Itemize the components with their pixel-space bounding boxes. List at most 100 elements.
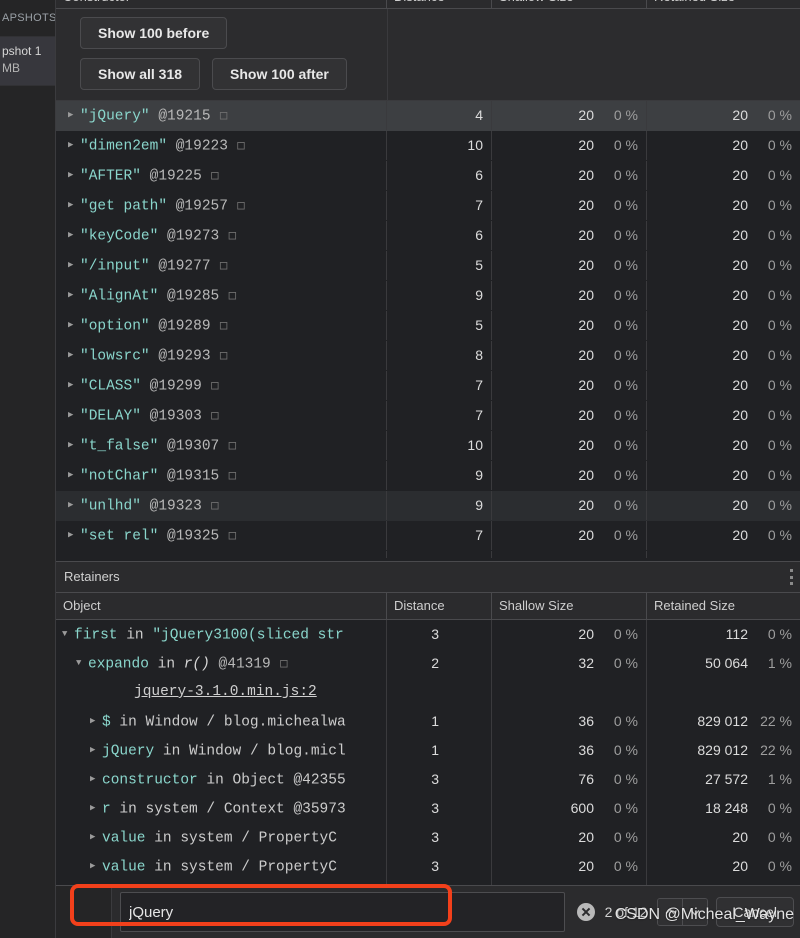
expand-triangle-icon[interactable]: ▶	[68, 431, 79, 460]
table-row[interactable]: ▶"set rel" @19325 ◻7200 %200 %	[56, 521, 800, 551]
retainer-retained-size-cell: 1120 %	[647, 620, 800, 649]
expand-triangle-icon[interactable]: ▶	[90, 852, 101, 881]
retainers-column-header-object[interactable]: Object	[56, 593, 387, 619]
shallow-size-cell: 200 %	[492, 431, 647, 460]
table-row[interactable]: ▶"dimen2em" @19223 ◻10200 %200 %	[56, 131, 800, 161]
retainer-in-keyword: in	[146, 859, 181, 875]
cancel-button[interactable]: Cancel	[716, 897, 794, 927]
constructor-name: "dimen2em"	[80, 138, 167, 154]
retainer-row[interactable]: jquery-3.1.0.min.js:2	[56, 678, 800, 707]
shallow-size-cell: 200 %	[492, 461, 647, 490]
show-100-before-button[interactable]: Show 100 before	[80, 17, 227, 49]
expand-triangle-icon[interactable]: ▶	[90, 823, 101, 852]
table-row[interactable]: ▶"t_false" @19307 ◻10200 %200 %	[56, 431, 800, 461]
show-all-button[interactable]: Show all 318	[80, 58, 200, 90]
retainer-row[interactable]: ▶$ in Window / blog.michealwa1360 %829 0…	[56, 707, 800, 736]
expand-triangle-icon[interactable]: ▶	[90, 765, 101, 794]
retainer-row[interactable]: ▼first in "jQuery3100(sliced str3200 %11…	[56, 620, 800, 649]
table-row[interactable]: ▶"CLASS" @19299 ◻7200 %200 %	[56, 371, 800, 401]
retainer-row[interactable]: ▶constructor in Object @423553760 %27 57…	[56, 765, 800, 794]
expand-triangle-icon[interactable]: ▶	[90, 794, 101, 823]
shallow-size-cell-percent: 0 %	[614, 101, 638, 130]
expand-triangle-icon[interactable]: ▶	[68, 161, 79, 190]
expand-triangle-icon[interactable]: ▶	[68, 221, 79, 250]
retainer-shallow-size-cell-value: 36	[578, 707, 594, 736]
object-badge-icon: ◻	[202, 408, 219, 424]
object-id: @19315	[158, 468, 219, 484]
retainer-retained-size-cell: 18 2480 %	[647, 794, 800, 823]
distance-cell-value: 7	[475, 521, 483, 550]
column-header-distance[interactable]: Distance	[387, 0, 492, 8]
expand-triangle-icon[interactable]: ▶	[90, 736, 101, 765]
expand-triangle-icon[interactable]: ▶	[68, 281, 79, 310]
expand-triangle-icon[interactable]: ▶	[68, 461, 79, 490]
table-row[interactable]: ▶"get path" @19257 ◻7200 %200 %	[56, 191, 800, 221]
search-previous-icon[interactable]	[658, 899, 682, 925]
expand-triangle-icon[interactable]: ▶	[90, 707, 101, 736]
retainers-column-header-shallow-size[interactable]: Shallow Size	[492, 593, 647, 619]
object-badge-icon: ◻	[211, 318, 228, 334]
clear-search-icon[interactable]	[577, 903, 595, 921]
expand-triangle-icon[interactable]: ▶	[68, 191, 79, 220]
table-row[interactable]: ▶"notChar" @19315 ◻9200 %200 %	[56, 461, 800, 491]
retainer-row[interactable]: ▶value in system / PropertyC3200 %200 %	[56, 823, 800, 852]
expand-triangle-icon[interactable]: ▶	[68, 101, 79, 130]
search-input[interactable]	[120, 892, 565, 932]
expand-triangle-icon[interactable]: ▶	[68, 371, 79, 400]
shallow-size-cell-value: 20	[578, 401, 594, 430]
expand-triangle-icon[interactable]: ▶	[68, 491, 79, 520]
retainer-shallow-size-cell: 360 %	[492, 707, 647, 736]
retainer-row[interactable]: ▶r in system / Context @3597336000 %18 2…	[56, 794, 800, 823]
table-row[interactable]: ▶"unlhd" @19323 ◻9200 %200 %	[56, 491, 800, 521]
search-next-icon[interactable]	[682, 899, 707, 925]
column-header-retained-size[interactable]: Retained Size	[647, 0, 800, 8]
retainer-retained-size-cell-value: 112	[726, 620, 748, 649]
shallow-size-cell-value: 20	[578, 371, 594, 400]
shallow-size-cell-percent: 0 %	[614, 311, 638, 340]
table-row[interactable]: ▶"AFTER" @19225 ◻6200 %200 %	[56, 161, 800, 191]
expand-triangle-icon[interactable]: ▶	[68, 551, 79, 558]
shallow-size-cell-percent: 0 %	[614, 161, 638, 190]
table-row[interactable]: ▶"jQuery" @19215 ◻4200 %200 %	[56, 101, 800, 131]
expand-triangle-icon[interactable]: ▶	[68, 401, 79, 430]
expand-triangle-icon[interactable]: ▶	[68, 341, 79, 370]
distance-cell-value: 7	[475, 371, 483, 400]
retainer-row[interactable]: ▼expando in r() @41319 ◻2320 %50 0641 %	[56, 649, 800, 678]
retained-size-cell: 200 %	[647, 311, 800, 340]
show-all-row: Show all 318 Show 100 after	[80, 58, 800, 90]
retainer-object-cell: ▶value in system / PropertyC	[56, 823, 387, 852]
table-row[interactable]: ▶"AlignAt" @19285 ◻9200 %200 %	[56, 281, 800, 311]
more-options-icon[interactable]	[790, 569, 794, 585]
shallow-size-cell-percent: 0 %	[614, 521, 638, 550]
sidebar-item-snapshot-1[interactable]: pshot 1 MB	[0, 37, 55, 86]
table-row[interactable]: ▶"option" @19289 ◻5200 %200 %	[56, 311, 800, 341]
table-row[interactable]: ▶"/input" @19277 ◻5200 %200 %	[56, 251, 800, 281]
table-row[interactable]: ▶"keyCode" @19273 ◻6200 %200 %	[56, 221, 800, 251]
show-100-after-button[interactable]: Show 100 after	[212, 58, 347, 90]
object-id: @19285	[158, 288, 219, 304]
retainers-column-header-retained-size[interactable]: Retained Size	[647, 593, 800, 619]
retainers-column-header-distance[interactable]: Distance	[387, 593, 492, 619]
constructor-cell: ▶"dimen2em" @19223 ◻	[56, 131, 387, 160]
column-header-shallow-size[interactable]: Shallow Size	[492, 0, 647, 8]
table-row[interactable]: ▶"strings" @19331 ◻6200 %200 %	[56, 551, 800, 558]
retainer-distance-cell-value: 1	[431, 707, 439, 736]
shallow-size-cell-percent: 0 %	[614, 551, 638, 558]
retainer-retained-size-cell	[647, 678, 800, 707]
retainer-retained-size-cell-value: 20	[732, 823, 748, 852]
expand-triangle-icon[interactable]: ▶	[68, 131, 79, 160]
show-range-buttons: Show 100 before Show all 318 Show 100 af…	[56, 9, 800, 101]
retainer-row[interactable]: ▶value in system / PropertyC3200 %200 %	[56, 852, 800, 881]
expand-triangle-icon[interactable]: ▶	[68, 311, 79, 340]
expand-triangle-icon[interactable]: ▼	[76, 649, 87, 678]
column-header-constructor[interactable]: Constructor	[56, 0, 387, 8]
expand-triangle-icon[interactable]: ▶	[68, 251, 79, 280]
expand-triangle-icon[interactable]: ▼	[62, 620, 73, 649]
table-row[interactable]: ▶"DELAY" @19303 ◻7200 %200 %	[56, 401, 800, 431]
constructor-cell: ▶"AFTER" @19225 ◻	[56, 161, 387, 190]
retainer-row[interactable]: ▶jQuery in Window / blog.micl1360 %829 0…	[56, 736, 800, 765]
source-link[interactable]: jquery-3.1.0.min.js:2	[134, 684, 317, 700]
table-row[interactable]: ▶"lowsrc" @19293 ◻8200 %200 %	[56, 341, 800, 371]
object-badge-icon: ◻	[228, 138, 245, 154]
expand-triangle-icon[interactable]: ▶	[68, 521, 79, 550]
